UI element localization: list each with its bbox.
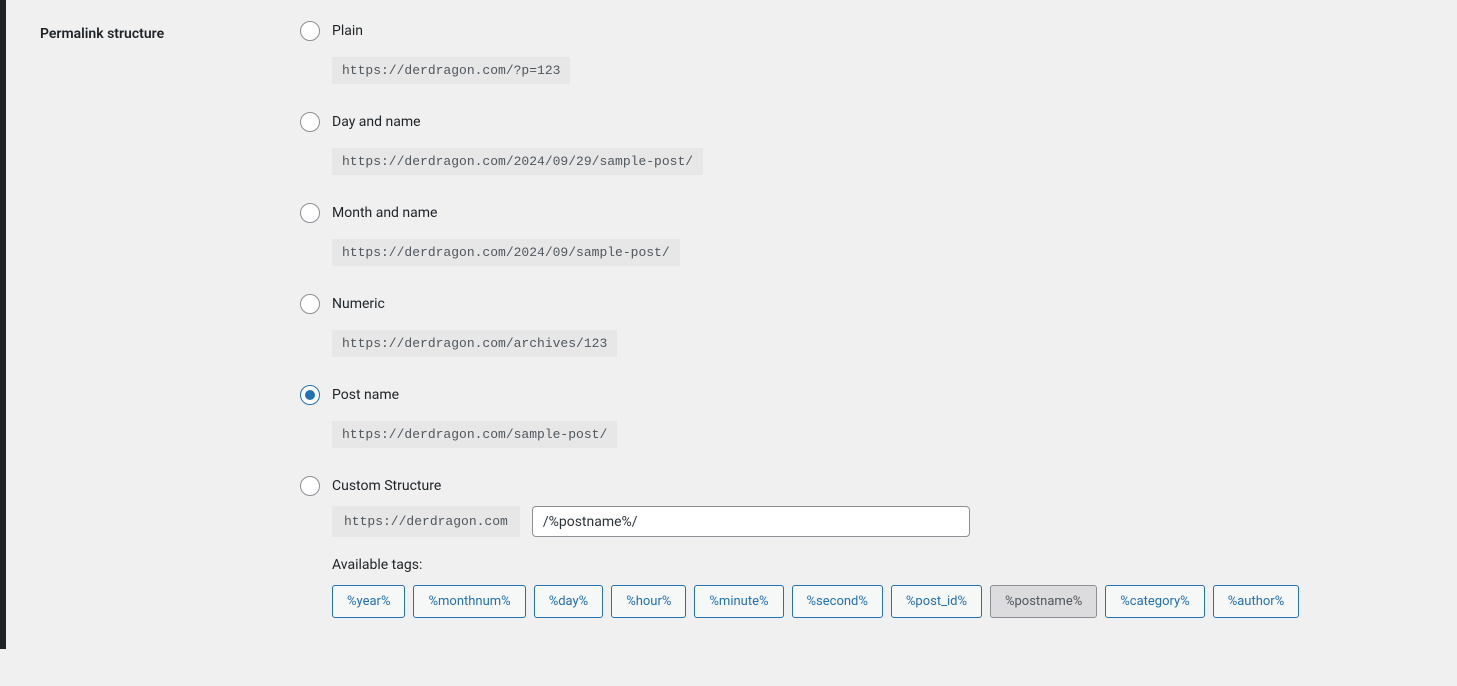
option-day-name: Day and name https://derdragon.com/2024/… (300, 112, 1427, 175)
admin-sidebar-edge (0, 0, 6, 649)
option-post-name: Post name https://derdragon.com/sample-p… (300, 385, 1427, 448)
radio-plain[interactable] (300, 21, 320, 41)
custom-prefix: https://derdragon.com (332, 506, 520, 537)
example-month-name: https://derdragon.com/2024/09/sample-pos… (332, 239, 680, 266)
tag-button[interactable]: %post_id% (891, 585, 982, 618)
example-plain: https://derdragon.com/?p=123 (332, 57, 570, 84)
label-month-name[interactable]: Month and name (332, 205, 437, 221)
tag-button[interactable]: %monthnum% (413, 585, 525, 618)
label-numeric[interactable]: Numeric (332, 296, 385, 312)
label-custom[interactable]: Custom Structure (332, 478, 441, 494)
tag-button[interactable]: %day% (534, 585, 604, 618)
example-post-name: https://derdragon.com/sample-post/ (332, 421, 617, 448)
radio-numeric[interactable] (300, 294, 320, 314)
label-plain[interactable]: Plain (332, 23, 363, 39)
example-numeric: https://derdragon.com/archives/123 (332, 330, 617, 357)
tag-button[interactable]: %author% (1213, 585, 1300, 618)
label-post-name[interactable]: Post name (332, 387, 399, 403)
radio-custom[interactable] (300, 476, 320, 496)
label-day-name[interactable]: Day and name (332, 114, 421, 130)
radio-day-name[interactable] (300, 112, 320, 132)
example-day-name: https://derdragon.com/2024/09/29/sample-… (332, 148, 703, 175)
form-table: Permalink structure Plain https://derdra… (20, 6, 1437, 666)
tags-row: %year%%monthnum% %day%%hour%%minute% %seco… (332, 585, 1427, 618)
section-label: Permalink structure (20, 6, 300, 666)
option-custom: Custom Structure https://derdragon.com A… (300, 476, 1427, 618)
tag-button[interactable]: %second% (792, 585, 883, 618)
option-month-name: Month and name https://derdragon.com/202… (300, 203, 1427, 266)
tag-button[interactable]: %category% (1105, 585, 1204, 618)
radio-post-name[interactable] (300, 385, 320, 405)
tag-button[interactable]: %minute% (694, 585, 783, 618)
tag-button[interactable]: %postname% (990, 585, 1097, 618)
tag-button[interactable]: %hour% (611, 585, 686, 618)
custom-structure-input[interactable] (532, 506, 970, 537)
available-tags-label: Available tags: (332, 557, 1427, 573)
option-numeric: Numeric https://derdragon.com/archives/1… (300, 294, 1427, 357)
tag-button[interactable]: %year% (332, 585, 405, 618)
option-plain: Plain https://derdragon.com/?p=123 (300, 21, 1427, 84)
settings-content: Permalink structure Plain https://derdra… (0, 0, 1457, 686)
radio-month-name[interactable] (300, 203, 320, 223)
